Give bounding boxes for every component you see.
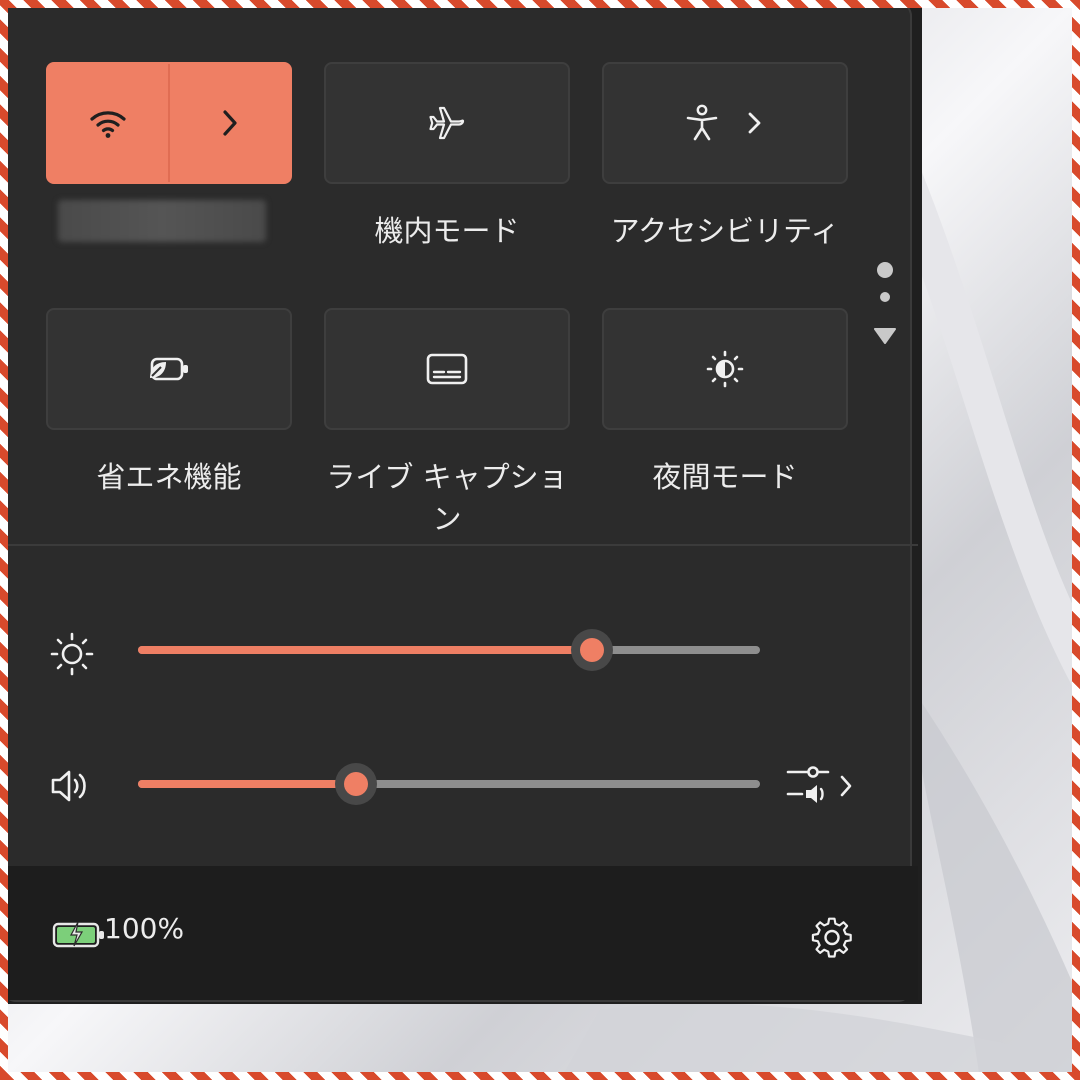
battery-saver-label: 省エネ機能 xyxy=(96,460,242,494)
chevron-right-icon xyxy=(223,110,237,136)
wifi-tile[interactable] xyxy=(46,62,292,184)
accessibility-label: アクセシビリティ xyxy=(610,214,840,248)
wifi-toggle[interactable] xyxy=(48,64,168,182)
volume-slider[interactable] xyxy=(138,763,760,805)
chevron-right-icon xyxy=(748,112,761,134)
volume-slider-fill xyxy=(138,780,356,788)
live-caption-icon xyxy=(426,353,468,385)
accessibility-icon xyxy=(686,104,718,141)
brightness-slider[interactable] xyxy=(138,629,760,671)
speaker-icon[interactable] xyxy=(48,766,92,806)
battery-saver-tile[interactable] xyxy=(46,308,292,430)
audio-output-button[interactable] xyxy=(784,762,864,812)
quick-settings-panel: 機内モード アクセシビリティ 省エネ機能 ライブ キャプション 夜間モード 10… xyxy=(8,8,922,1004)
live-caption-label: ライブ キャプション xyxy=(326,460,568,536)
page-down-arrow-icon[interactable] xyxy=(873,326,897,346)
page-indicator-dot[interactable] xyxy=(880,292,890,302)
wifi-network-name-redacted xyxy=(58,200,266,242)
accessibility-tile[interactable] xyxy=(602,62,848,184)
battery-percentage: 100% xyxy=(104,912,185,945)
chevron-right-icon xyxy=(840,775,852,797)
battery-charging-icon xyxy=(52,921,104,948)
audio-mixer-icon xyxy=(786,766,830,803)
night-light-label: 夜間モード xyxy=(652,460,798,494)
airplane-icon xyxy=(429,106,465,140)
night-light-tile[interactable] xyxy=(602,308,848,430)
quick-settings-surface: 機内モード アクセシビリティ 省エネ機能 ライブ キャプション 夜間モード 10… xyxy=(8,8,918,1002)
airplane-mode-tile[interactable] xyxy=(324,62,570,184)
battery-saver-icon xyxy=(150,357,188,381)
night-light-icon xyxy=(706,350,744,388)
brightness-icon xyxy=(50,632,94,676)
volume-slider-thumb[interactable] xyxy=(334,763,377,805)
wifi-icon xyxy=(90,111,126,138)
wifi-expand-button[interactable] xyxy=(170,64,290,182)
gear-icon[interactable] xyxy=(810,916,854,960)
brightness-slider-thumb[interactable] xyxy=(571,629,614,671)
brightness-slider-fill xyxy=(138,646,593,654)
section-divider xyxy=(8,544,918,546)
live-caption-tile[interactable] xyxy=(324,308,570,430)
page-indicator-dot-active[interactable] xyxy=(877,262,893,278)
airplane-mode-label: 機内モード xyxy=(374,214,520,248)
